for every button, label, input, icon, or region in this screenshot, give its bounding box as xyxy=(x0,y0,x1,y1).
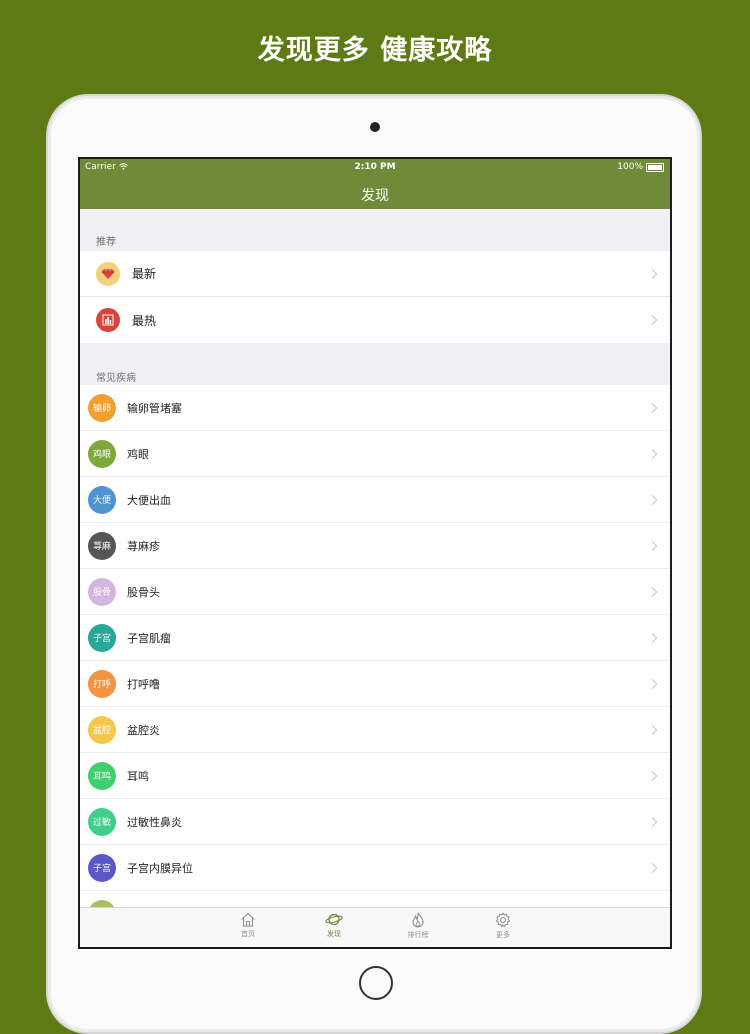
flame-icon xyxy=(388,912,448,928)
status-time: 2:10 PM xyxy=(354,162,396,172)
chevron-right-icon xyxy=(647,494,658,505)
recommend-item-label: 最新 xyxy=(132,267,157,281)
disease-item[interactable]: 过敏 过敏性鼻炎 xyxy=(80,799,670,845)
disease-badge: 过敏 xyxy=(88,807,116,836)
disease-label: 耳鸣 xyxy=(127,769,149,783)
disease-item[interactable]: 输卵 输卵管堵塞 xyxy=(80,385,670,431)
disease-label: 股骨头 xyxy=(127,585,160,599)
disease-item[interactable]: 耳鸣 耳鸣 xyxy=(80,753,670,799)
chevron-right-icon xyxy=(647,770,658,781)
disease-badge: 子宫 xyxy=(88,853,116,882)
disease-badge: 输卵 xyxy=(88,393,116,422)
disease-badge: 耳鸣 xyxy=(88,761,116,790)
disease-group: 输卵 输卵管堵塞 鸡眼 鸡眼 大便 大便出血 荨麻 荨麻疹 股骨 股骨头 子宫 子宫肌瘤 打呼 打呼噜 盆腔… xyxy=(80,385,670,911)
app-screen: Carrier 2:10 PM 100% 发现 推荐 最新 最热 常见疾病 输卵… xyxy=(78,157,672,949)
home-button xyxy=(359,966,393,1000)
gem-icon xyxy=(96,261,120,286)
disease-badge: 子宫 xyxy=(88,623,116,652)
disease-item[interactable]: 盆腔 盆腔炎 xyxy=(80,707,670,753)
recommend-group: 最新 最热 xyxy=(80,251,670,343)
tab-discover[interactable]: 发现 xyxy=(304,912,364,939)
section-header-recommend: 推荐 xyxy=(96,237,116,248)
discover-list[interactable]: 推荐 最新 最热 常见疾病 输卵 输卵管堵塞 鸡眼 鸡眼 大便 大便出血 荨麻 荨麻疹 股骨 股骨… xyxy=(80,209,670,911)
disease-item[interactable]: 打呼 打呼噜 xyxy=(80,661,670,707)
disease-item[interactable]: 子宫 子宫肌瘤 xyxy=(80,615,670,661)
recommend-item-hot[interactable]: 最热 xyxy=(80,297,670,343)
disease-badge: 打呼 xyxy=(88,669,116,698)
navigation-bar: Carrier 2:10 PM 100% 发现 xyxy=(80,159,670,209)
disease-badge: 盆腔 xyxy=(88,715,116,744)
home-icon xyxy=(218,912,278,927)
disease-label: 打呼噜 xyxy=(127,677,160,691)
disease-label: 荨麻疹 xyxy=(127,539,160,553)
disease-label: 子宫内膜异位 xyxy=(127,861,193,875)
disease-label: 过敏性鼻炎 xyxy=(127,815,182,829)
tab-home[interactable]: 首页 xyxy=(218,912,278,939)
tab-ranking[interactable]: 排行榜 xyxy=(388,912,448,940)
disease-badge: 股骨 xyxy=(88,577,116,606)
disease-badge: 荨麻 xyxy=(88,531,116,560)
battery-icon xyxy=(646,162,664,172)
chevron-right-icon xyxy=(647,268,658,279)
disease-item[interactable]: 股骨 股骨头 xyxy=(80,569,670,615)
chevron-right-icon xyxy=(647,540,658,551)
disease-item[interactable]: 子宫 子宫内膜异位 xyxy=(80,845,670,891)
chevron-right-icon xyxy=(647,724,658,735)
promo-headline: 发现更多 健康攻略 xyxy=(257,35,493,66)
disease-badge: 大便 xyxy=(88,485,116,514)
chevron-right-icon xyxy=(647,678,658,689)
disease-label: 子宫肌瘤 xyxy=(127,631,171,645)
tab-more[interactable]: 更多 xyxy=(473,912,533,940)
section-header-diseases: 常见疾病 xyxy=(96,373,136,384)
disease-badge: 鸡眼 xyxy=(88,439,116,468)
chevron-right-icon xyxy=(647,862,658,873)
recommend-item-latest[interactable]: 最新 xyxy=(80,251,670,297)
status-battery: 100% xyxy=(617,162,664,172)
disease-label: 输卵管堵塞 xyxy=(127,401,182,415)
planet-icon xyxy=(304,912,364,927)
recommend-item-label: 最热 xyxy=(132,313,157,328)
chevron-right-icon xyxy=(647,448,658,459)
disease-item[interactable]: 大便 大便出血 xyxy=(80,477,670,523)
chevron-right-icon xyxy=(647,632,658,643)
chevron-right-icon xyxy=(647,816,658,827)
disease-label: 鸡眼 xyxy=(127,447,149,461)
gear-icon xyxy=(473,912,533,928)
page-title: 发现 xyxy=(361,188,389,204)
chevron-right-icon xyxy=(647,402,658,413)
disease-label: 盆腔炎 xyxy=(127,723,160,737)
disease-item[interactable]: 鸡眼 鸡眼 xyxy=(80,431,670,477)
disease-item[interactable]: 荨麻 荨麻疹 xyxy=(80,523,670,569)
camera-dot xyxy=(370,122,380,132)
chevron-right-icon xyxy=(647,315,658,325)
tab-bar: 首页 发现 排行榜 更多 xyxy=(80,907,670,947)
bar-chart-icon xyxy=(96,308,120,332)
disease-label: 大便出血 xyxy=(127,493,171,507)
chevron-right-icon xyxy=(647,586,658,597)
